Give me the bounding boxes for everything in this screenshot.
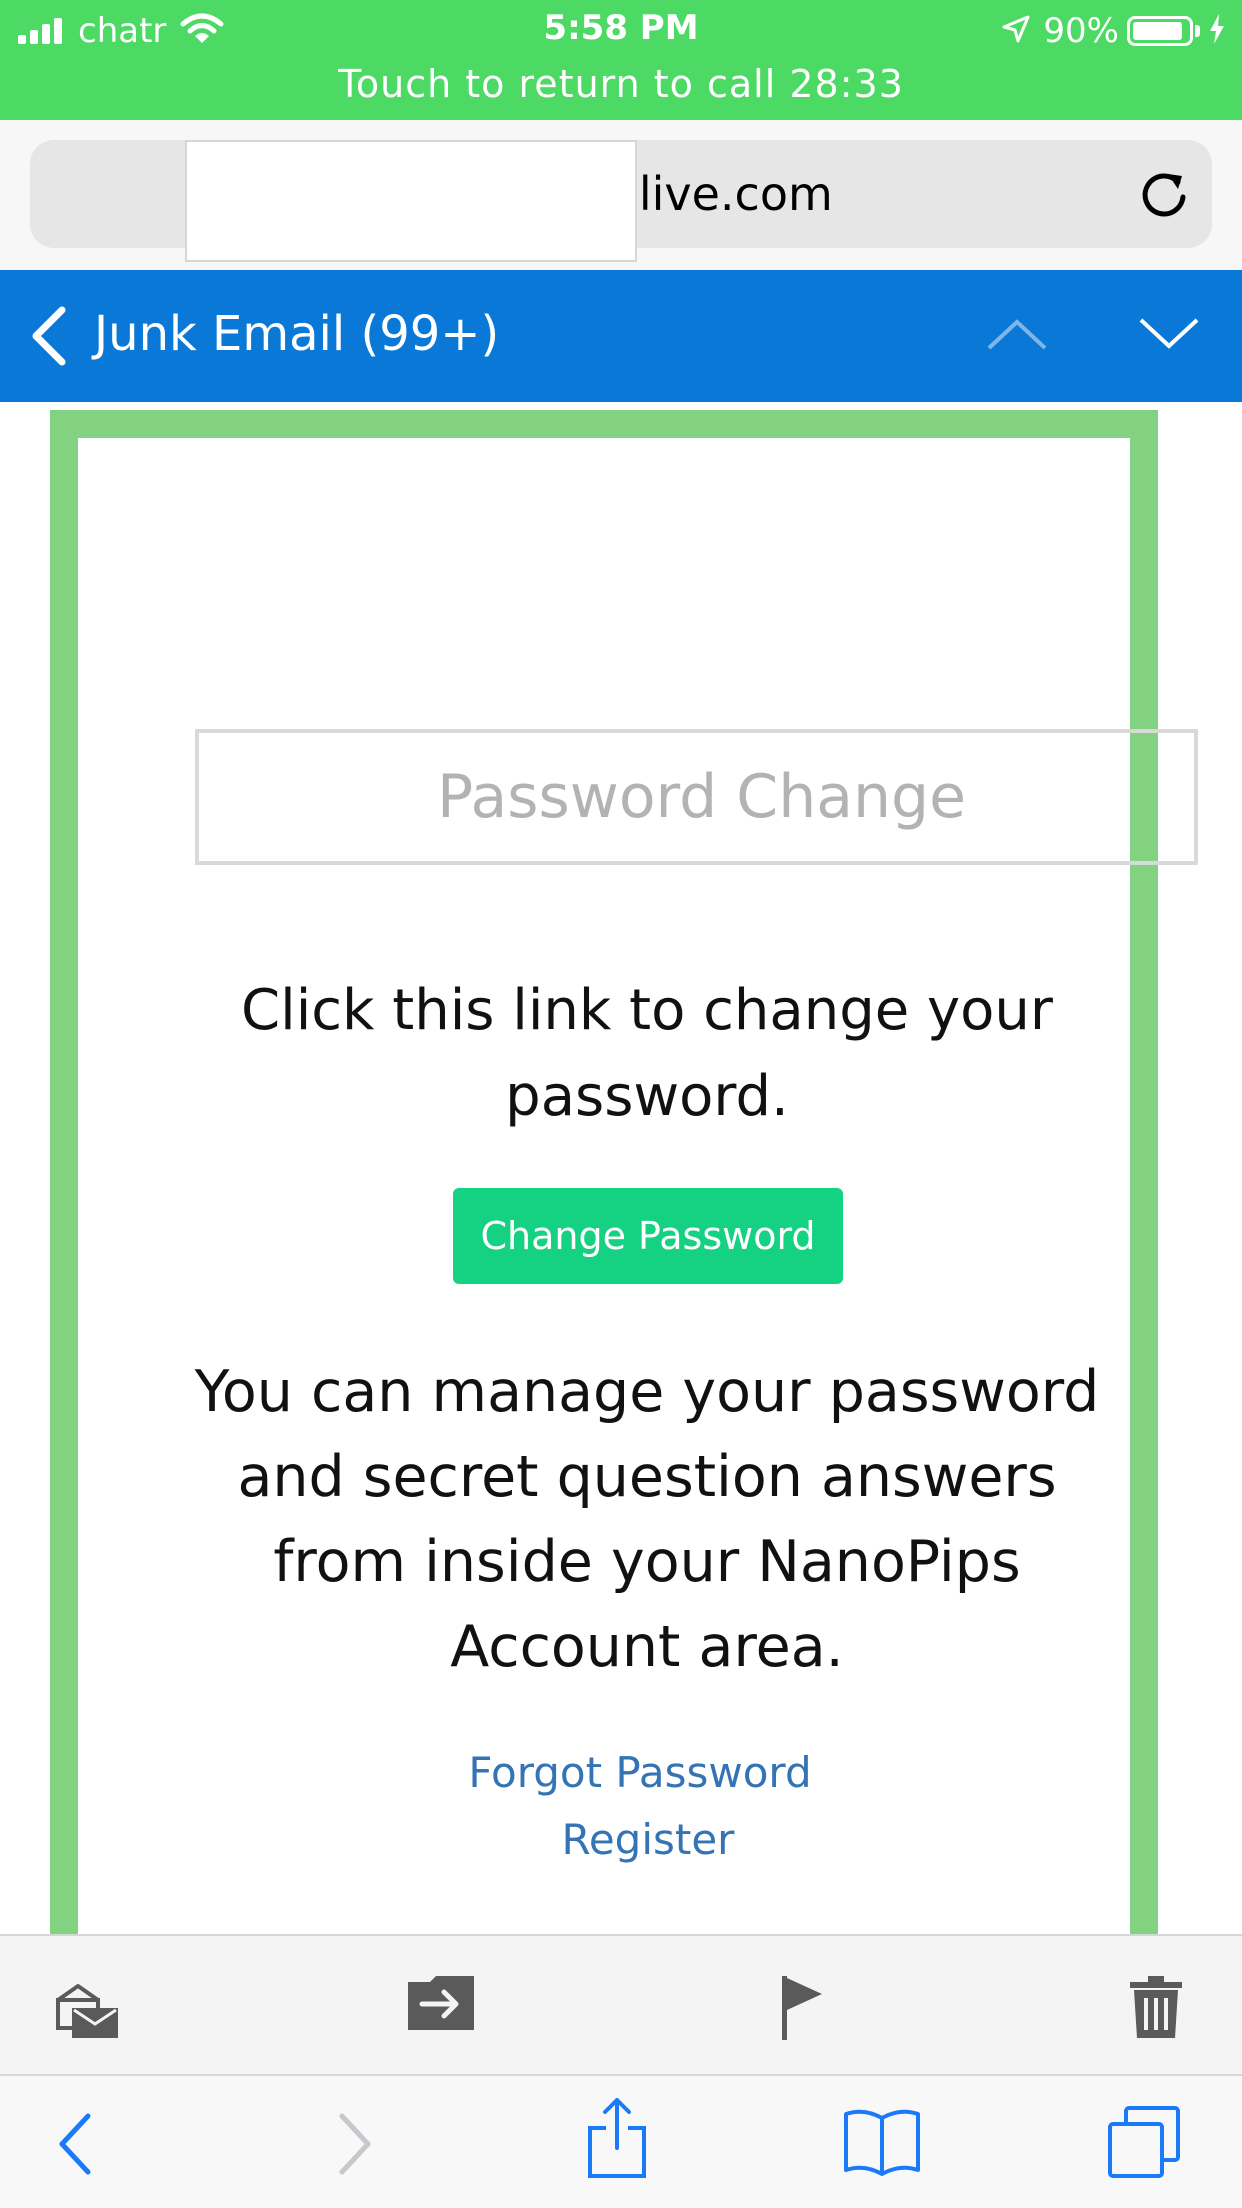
- location-icon: [1001, 14, 1031, 48]
- register-link[interactable]: Register: [448, 1815, 848, 1864]
- battery-percentage: 90%: [1043, 11, 1119, 51]
- chevron-down-icon[interactable]: [1137, 314, 1201, 358]
- bookmarks-icon[interactable]: [842, 2106, 922, 2180]
- folder-title[interactable]: Junk Email (99+): [94, 306, 499, 362]
- move-folder-icon[interactable]: [406, 1974, 476, 2038]
- charging-icon: [1208, 13, 1226, 49]
- back-arrow-icon[interactable]: [56, 2112, 96, 2180]
- reload-icon[interactable]: [1138, 168, 1190, 224]
- password-change-header: Password Change: [195, 729, 1198, 865]
- return-to-call-banner[interactable]: Touch to return to call 28:33: [0, 62, 1242, 106]
- status-right: 90%: [1001, 10, 1226, 52]
- password-change-title: Password Change: [436, 762, 967, 832]
- battery-icon: [1127, 16, 1193, 46]
- email-border-frame: [50, 410, 1158, 1935]
- back-chevron-icon[interactable]: [28, 306, 68, 370]
- email-card: [78, 438, 1130, 1935]
- forgot-password-link[interactable]: Forgot Password: [400, 1748, 880, 1797]
- tabs-icon[interactable]: [1106, 2104, 1182, 2184]
- battery-level-fill: [1133, 22, 1182, 40]
- mail-header: Junk Email (99+): [0, 270, 1242, 402]
- battery-cap: [1195, 25, 1200, 37]
- mark-read-icon[interactable]: [52, 1974, 122, 2044]
- manage-account-text: You can manage your password and secret …: [194, 1359, 1100, 1680]
- instruction-text: Click this link to change your password.: [241, 978, 1053, 1129]
- mail-action-toolbar: [0, 1934, 1242, 2074]
- forward-arrow-icon[interactable]: [334, 2112, 374, 2180]
- share-icon[interactable]: [586, 2096, 648, 2184]
- status-bar[interactable]: chatr 5:58 PM 90% Touch to return to cal…: [0, 0, 1242, 120]
- browser-toolbar: [0, 2074, 1242, 2208]
- change-password-button[interactable]: Change Password: [453, 1188, 843, 1284]
- chevron-up-icon[interactable]: [985, 314, 1049, 358]
- trash-icon[interactable]: [1128, 1974, 1184, 2044]
- logo-placeholder: [185, 140, 637, 262]
- flag-icon[interactable]: [778, 1974, 828, 2046]
